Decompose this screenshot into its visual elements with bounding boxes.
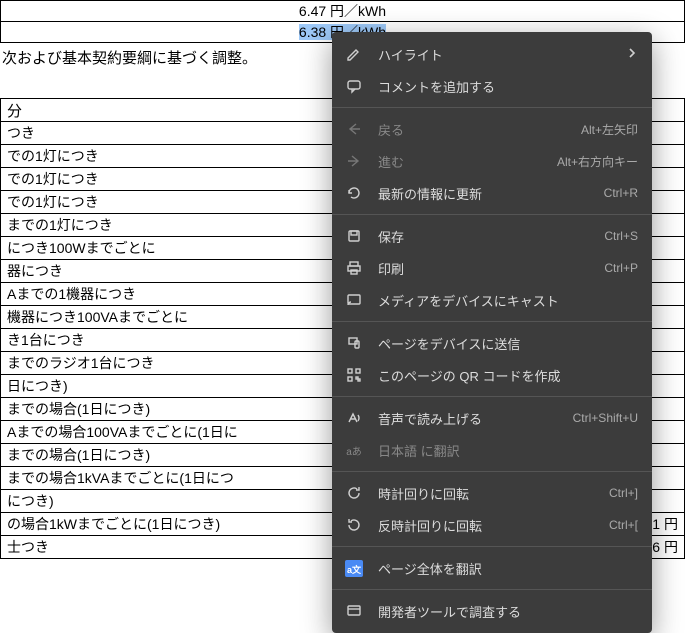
reload-icon bbox=[344, 185, 364, 201]
qr-icon bbox=[344, 367, 364, 383]
translate-page-icon: a文 bbox=[344, 560, 364, 577]
menu-label: 音声で読み上げる bbox=[378, 409, 573, 428]
menu-label: 印刷 bbox=[378, 259, 604, 278]
save-icon bbox=[344, 228, 364, 244]
cast-icon bbox=[344, 292, 364, 308]
rate-row-1: 6.47 円／kWh bbox=[1, 1, 685, 22]
menu-shortcut: Ctrl+Shift+U bbox=[573, 411, 638, 425]
chevron-right-icon bbox=[626, 47, 638, 62]
menu-create-qr[interactable]: このページの QR コードを作成 bbox=[332, 359, 652, 391]
menu-shortcut: Ctrl+R bbox=[604, 186, 638, 200]
menu-translate[interactable]: aあ 日本語 に翻訳 bbox=[332, 434, 652, 466]
menu-add-comment[interactable]: コメントを追加する bbox=[332, 70, 652, 102]
menu-label: 反時計回りに回転 bbox=[378, 516, 609, 535]
menu-label: ハイライト bbox=[378, 45, 626, 64]
menu-shortcut: Alt+右方向キー bbox=[557, 153, 638, 170]
menu-highlight[interactable]: ハイライト bbox=[332, 38, 652, 70]
comment-icon bbox=[344, 78, 364, 94]
menu-label: ページをデバイスに送信 bbox=[378, 334, 638, 353]
rotate-cw-icon bbox=[344, 485, 364, 501]
rotate-ccw-icon bbox=[344, 517, 364, 533]
menu-label: 時計回りに回転 bbox=[378, 484, 609, 503]
menu-forward[interactable]: 進む Alt+右方向キー bbox=[332, 145, 652, 177]
menu-save[interactable]: 保存 Ctrl+S bbox=[332, 220, 652, 252]
device-icon bbox=[344, 335, 364, 351]
menu-cast[interactable]: メディアをデバイスにキャスト bbox=[332, 284, 652, 316]
menu-separator bbox=[332, 471, 652, 472]
menu-label: 戻る bbox=[378, 120, 581, 139]
menu-label: 進む bbox=[378, 152, 557, 171]
menu-label: 開発者ツールで調査する bbox=[378, 602, 638, 621]
menu-shortcut: Ctrl+P bbox=[604, 261, 638, 275]
menu-read-aloud[interactable]: 音声で読み上げる Ctrl+Shift+U bbox=[332, 402, 652, 434]
translate-icon: aあ bbox=[344, 443, 364, 458]
print-icon bbox=[344, 260, 364, 276]
menu-label: メディアをデバイスにキャスト bbox=[378, 291, 638, 310]
menu-rotate-ccw[interactable]: 反時計回りに回転 Ctrl+[ bbox=[332, 509, 652, 541]
forward-arrow-icon bbox=[344, 153, 364, 169]
highlight-icon bbox=[344, 46, 364, 62]
menu-separator bbox=[332, 589, 652, 590]
menu-separator bbox=[332, 214, 652, 215]
menu-separator bbox=[332, 321, 652, 322]
menu-label: このページの QR コードを作成 bbox=[378, 366, 638, 385]
menu-translate-page[interactable]: a文 ページ全体を翻訳 bbox=[332, 552, 652, 584]
menu-back[interactable]: 戻る Alt+左矢印 bbox=[332, 113, 652, 145]
menu-reload[interactable]: 最新の情報に更新 Ctrl+R bbox=[332, 177, 652, 209]
back-arrow-icon bbox=[344, 121, 364, 137]
menu-shortcut: Ctrl+[ bbox=[609, 518, 638, 532]
menu-label: 保存 bbox=[378, 227, 604, 246]
menu-label: 最新の情報に更新 bbox=[378, 184, 604, 203]
menu-shortcut: Ctrl+] bbox=[609, 486, 638, 500]
menu-shortcut: Alt+左矢印 bbox=[581, 121, 638, 138]
menu-separator bbox=[332, 107, 652, 108]
menu-send-to-device[interactable]: ページをデバイスに送信 bbox=[332, 327, 652, 359]
menu-shortcut: Ctrl+S bbox=[604, 229, 638, 243]
menu-separator bbox=[332, 396, 652, 397]
devtools-icon bbox=[344, 603, 364, 619]
menu-separator bbox=[332, 546, 652, 547]
menu-rotate-cw[interactable]: 時計回りに回転 Ctrl+] bbox=[332, 477, 652, 509]
menu-print[interactable]: 印刷 Ctrl+P bbox=[332, 252, 652, 284]
read-aloud-icon bbox=[344, 410, 364, 426]
menu-label: コメントを追加する bbox=[378, 77, 638, 96]
context-menu: ハイライト コメントを追加する 戻る Alt+左矢印 進む Alt+右方向キー … bbox=[332, 32, 652, 633]
menu-label: 日本語 に翻訳 bbox=[378, 441, 638, 460]
menu-devtools[interactable]: 開発者ツールで調査する bbox=[332, 595, 652, 627]
menu-label: ページ全体を翻訳 bbox=[378, 559, 638, 578]
